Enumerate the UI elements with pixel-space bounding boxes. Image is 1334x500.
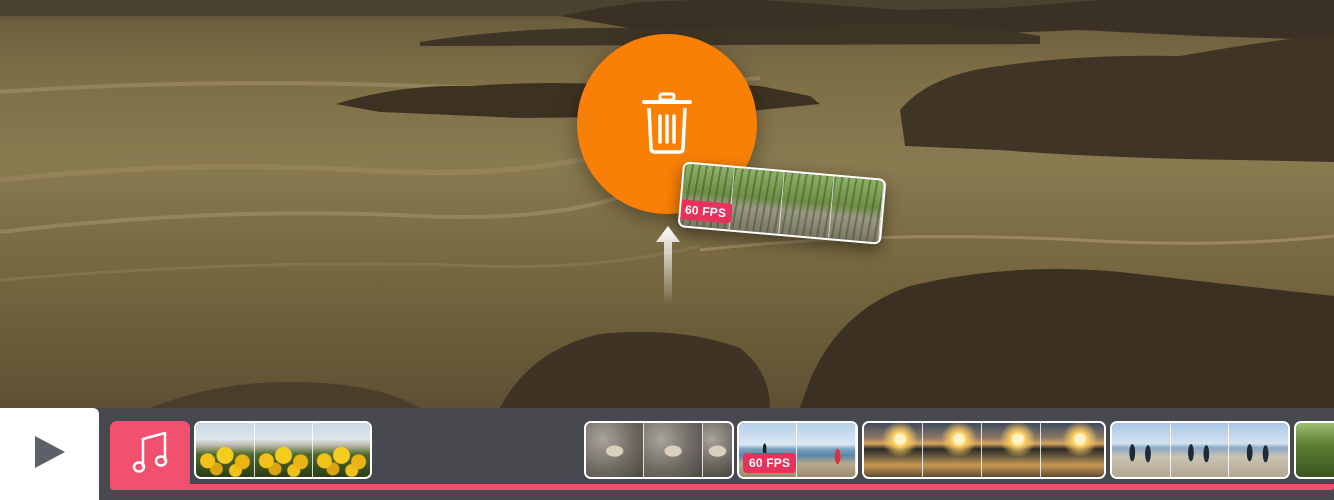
music-note-icon xyxy=(132,431,168,480)
play-icon xyxy=(33,434,67,475)
timeline-clip[interactable] xyxy=(584,421,734,479)
clip-frame xyxy=(196,423,255,477)
clip-frame xyxy=(797,423,856,477)
music-button[interactable] xyxy=(110,421,190,489)
clip-frame xyxy=(702,423,732,477)
clip-frame xyxy=(313,423,370,477)
timeline-clip[interactable]: 60 FPS xyxy=(737,421,858,479)
clip-frame xyxy=(779,172,835,239)
arrow-up-icon xyxy=(654,224,682,311)
clip-frame xyxy=(829,176,885,243)
timeline-clip[interactable] xyxy=(1294,421,1334,479)
timeline-clip[interactable] xyxy=(1110,421,1290,479)
clip-frame xyxy=(1041,423,1104,477)
clip-frame xyxy=(729,167,785,234)
clip-frame xyxy=(982,423,1042,477)
clip-frame xyxy=(1170,423,1230,477)
play-button[interactable] xyxy=(0,408,99,500)
clip-frame xyxy=(1296,423,1334,477)
fps-badge: 60 FPS xyxy=(743,453,797,473)
clip-frame xyxy=(864,423,924,477)
clip-frame xyxy=(254,423,314,477)
timeline-clip[interactable] xyxy=(862,421,1106,479)
timeline-clip[interactable] xyxy=(194,421,372,479)
clip-frame xyxy=(923,423,983,477)
timeline-track-bar xyxy=(110,484,1334,490)
clip-frame xyxy=(644,423,703,477)
clip-frame xyxy=(586,423,645,477)
clip-frame xyxy=(1229,423,1288,477)
clip-frame xyxy=(1112,423,1171,477)
trash-icon xyxy=(641,92,693,159)
